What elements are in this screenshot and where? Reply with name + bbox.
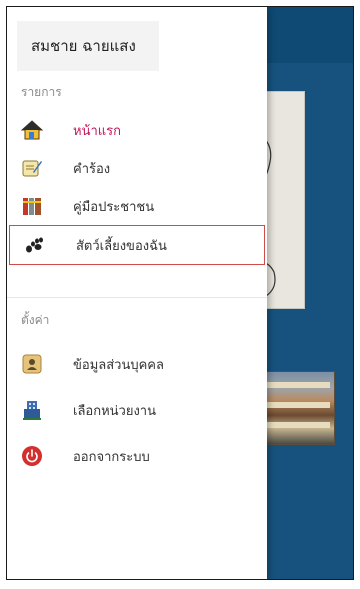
menu-item-requests[interactable]: คำร้อง bbox=[7, 149, 267, 187]
phone-frame: สมชาย ฉายแสง รายการ หน้าแรก คำร้อง คู่มื… bbox=[6, 6, 354, 580]
menu-item-select-agency[interactable]: เลือกหน่วยงาน bbox=[7, 391, 267, 429]
menu-item-label: คู่มือประชาชน bbox=[73, 199, 155, 215]
books-icon bbox=[21, 195, 43, 217]
settings-section-title: ตั้งค่า bbox=[21, 313, 50, 327]
section-divider bbox=[7, 297, 267, 298]
power-icon bbox=[21, 445, 43, 467]
user-name: สมชาย ฉายแสง bbox=[31, 37, 136, 55]
menu-item-home[interactable]: หน้าแรก bbox=[7, 111, 267, 149]
home-icon bbox=[21, 119, 43, 141]
edit-document-icon bbox=[21, 157, 43, 179]
user-name-card[interactable]: สมชาย ฉายแสง bbox=[17, 21, 159, 71]
contact-card-icon bbox=[21, 353, 43, 375]
menu-item-personal-info[interactable]: ข้อมูลส่วนบุคคล bbox=[7, 345, 267, 383]
menu-item-manual[interactable]: คู่มือประชาชน bbox=[7, 187, 267, 225]
building-icon bbox=[21, 399, 43, 421]
menu-item-label: ข้อมูลส่วนบุคคล bbox=[73, 357, 164, 373]
menu-item-logout[interactable]: ออกจากระบบ bbox=[7, 437, 267, 475]
paw-icon bbox=[24, 234, 46, 256]
menu-item-my-pets[interactable]: สัตว์เลี้ยงของฉัน bbox=[9, 225, 265, 265]
menu-section-title: รายการ bbox=[21, 85, 62, 99]
menu-item-label: เลือกหน่วยงาน bbox=[73, 403, 156, 419]
navigation-drawer: สมชาย ฉายแสง รายการ หน้าแรก คำร้อง คู่มื… bbox=[7, 7, 267, 579]
menu-item-label: หน้าแรก bbox=[73, 123, 121, 139]
background-photo bbox=[261, 371, 335, 445]
menu-item-label: ออกจากระบบ bbox=[73, 449, 150, 465]
menu-item-label: คำร้อง bbox=[73, 161, 111, 177]
menu-item-label: สัตว์เลี้ยงของฉัน bbox=[76, 238, 167, 254]
